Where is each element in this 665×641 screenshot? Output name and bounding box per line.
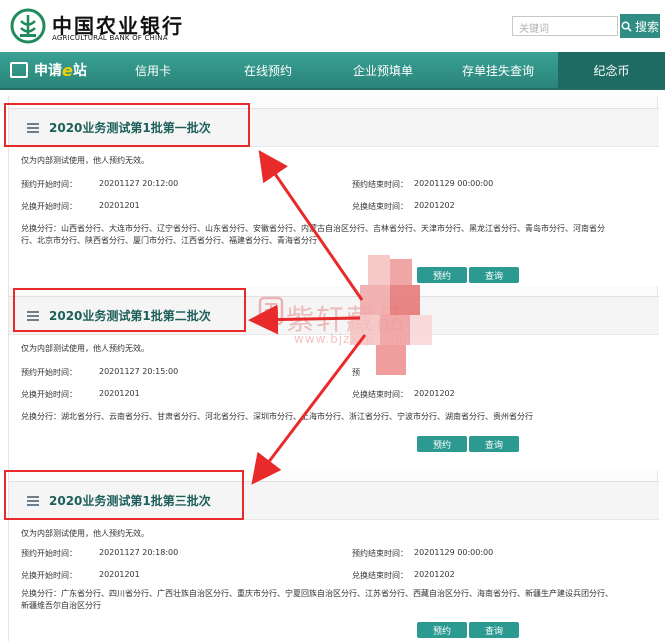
arrow-2	[248, 304, 361, 335]
arrow-1	[258, 150, 364, 301]
arrow-3	[251, 334, 367, 485]
annotation-arrows	[248, 150, 367, 485]
